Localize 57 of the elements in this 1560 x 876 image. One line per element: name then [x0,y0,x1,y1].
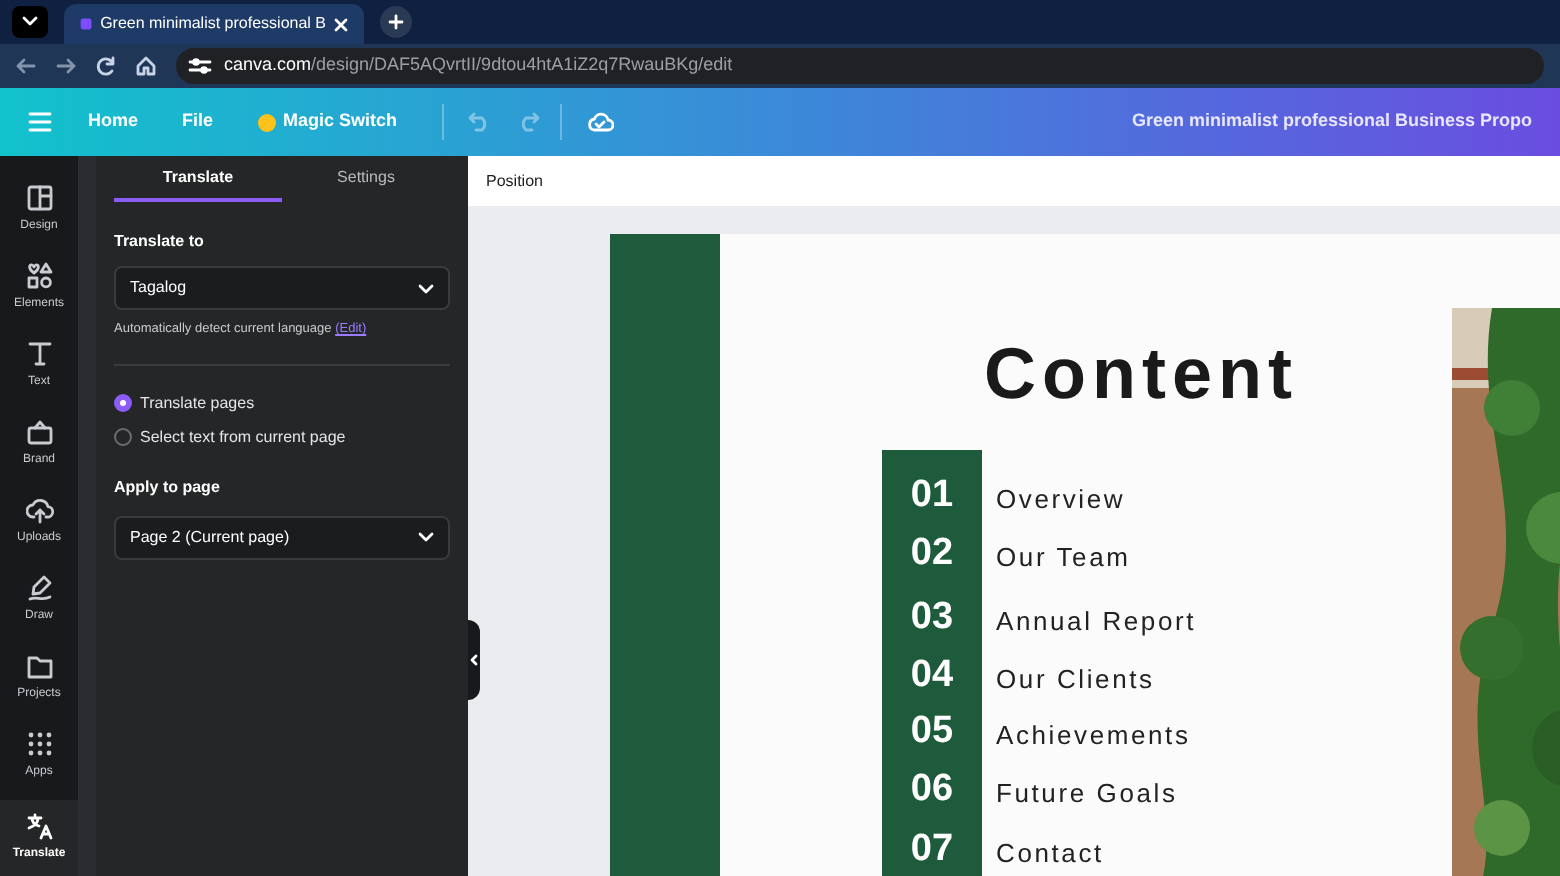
translate-icon [25,812,53,840]
item-label: Annual Report [994,604,1197,640]
app-icon [80,14,93,34]
radio-button[interactable] [114,428,132,447]
item-number: 06 [908,765,956,813]
tab-list-button[interactable] [12,6,48,38]
document-title[interactable]: Green minimalist professional Business Propo [1131,108,1532,136]
field-label: Apply to page [114,475,222,500]
item-number: 07 [908,826,956,874]
bag-icon [25,417,53,445]
upload-icon [25,495,53,523]
radio-label: Translate pages [140,391,255,416]
chevron-left-icon [470,654,478,666]
chevron-down-icon [418,532,434,543]
item-number: 01 [908,472,956,520]
shapes-icon [25,261,53,289]
address-field[interactable]: canva.com/design/DAF5AQvrtII/9dtou4htA1iZ2q7RwauBKg/edit [176,48,1544,84]
item-number: 04 [908,651,956,699]
panel-tab[interactable]: Translate [114,156,282,202]
item-label: Our Team [994,539,1133,575]
home-icon[interactable] [136,56,156,76]
item-label: Our Clients [994,661,1157,697]
new-tab-button[interactable] [380,6,412,38]
magic-icon [257,113,276,131]
close-icon[interactable] [334,17,348,31]
pen-icon [25,573,53,601]
item-label: Future Goals [994,775,1180,811]
item-label: Achievements [994,718,1193,754]
plus-icon [388,14,404,30]
browser-tab[interactable]: Green minimalist professional B [64,4,364,44]
reload-icon[interactable] [96,56,116,76]
radio-button[interactable] [114,394,132,413]
caret-icon [22,16,38,28]
position-button[interactable]: Position [486,169,543,193]
chevron-down-icon [418,283,434,293]
forward-icon[interactable] [56,56,76,76]
item-number: 02 [908,529,956,577]
apps-icon [25,729,53,757]
folder-icon [25,651,53,679]
item-label: Overview [994,482,1128,518]
slide-title: Content [984,338,1300,410]
site-settings-icon[interactable] [188,56,212,76]
item-number: 05 [908,708,956,756]
url-text: canva.com/design/DAF5AQvrtII/9dtou4htA1iZ2q7RwauBKg/edit [224,52,733,79]
panel-tab[interactable]: Settings [282,156,450,202]
text-icon [25,339,53,367]
field-label: Translate to [114,230,206,254]
language-dropdown[interactable]: Tagalog [114,266,450,310]
cloud-check-icon[interactable] [585,112,614,132]
tab-title: Green minimalist professional B [100,12,326,36]
back-icon[interactable] [16,56,36,76]
item-number: 03 [908,594,956,642]
radio-label: Select text from current page [140,425,346,450]
collapse-panel-handle[interactable] [468,620,480,700]
item-label: Contact [994,836,1106,872]
page-dropdown[interactable]: Page 2 (Current page) [114,515,450,560]
layout-icon [25,183,53,211]
